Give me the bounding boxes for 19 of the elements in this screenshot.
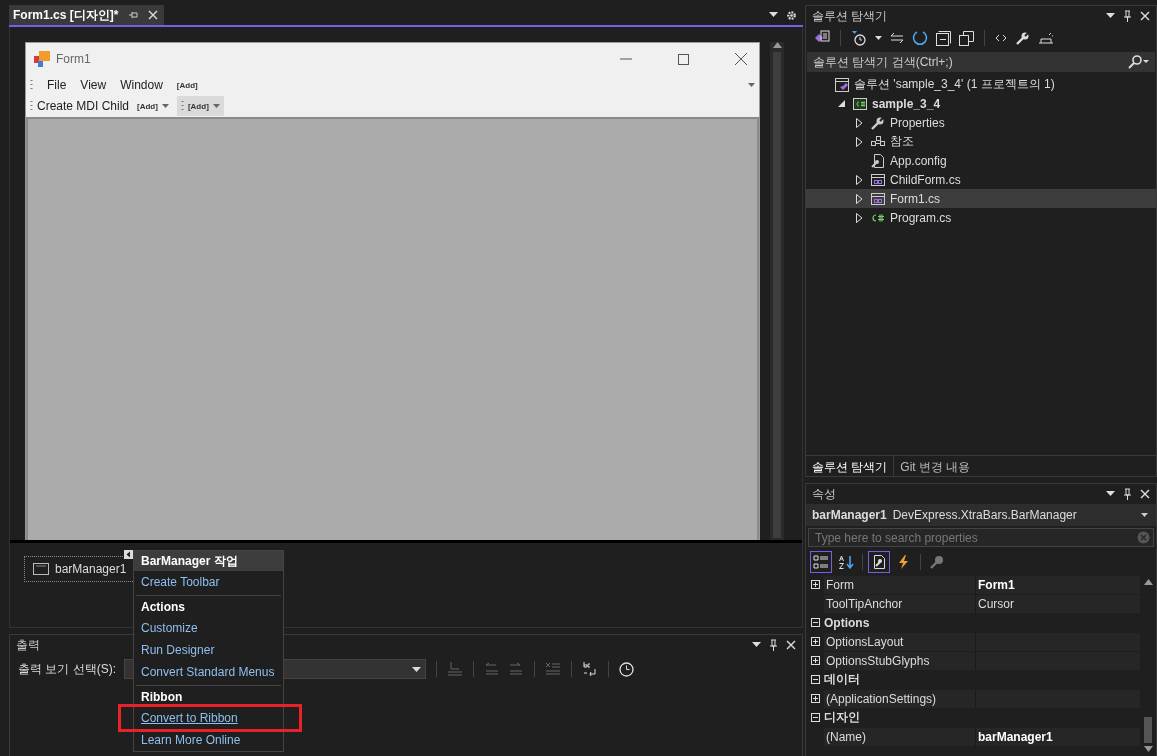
property-name: Form <box>824 575 976 594</box>
form-title: Form1 <box>56 52 91 66</box>
category-name: Options <box>824 615 870 630</box>
menu-header: BarManager 작업 <box>134 551 283 571</box>
panel-title: 속성 <box>812 485 836 503</box>
property-name: (Name) <box>824 727 976 746</box>
panel-title: 솔루션 탐색기 <box>812 7 888 25</box>
section-heading: Ribbon <box>140 689 184 706</box>
category-name: 디자인 <box>824 709 860 726</box>
property-name: (ApplicationSettings) <box>824 689 976 708</box>
object-name: barManager1 <box>812 508 887 522</box>
panel-title: 출력 <box>16 636 40 654</box>
object-type: DevExpress.XtraBars.BarManager <box>892 508 1077 522</box>
property-name: OptionsStubGlyphs <box>824 651 976 670</box>
output-source-label: 출력 보기 선택(S): <box>18 660 116 678</box>
section-heading: Actions <box>140 599 186 616</box>
category-name: 데이터 <box>824 671 860 688</box>
property-name: ToolTipAnchor <box>824 594 976 613</box>
property-name: OptionsLayout <box>824 632 976 651</box>
